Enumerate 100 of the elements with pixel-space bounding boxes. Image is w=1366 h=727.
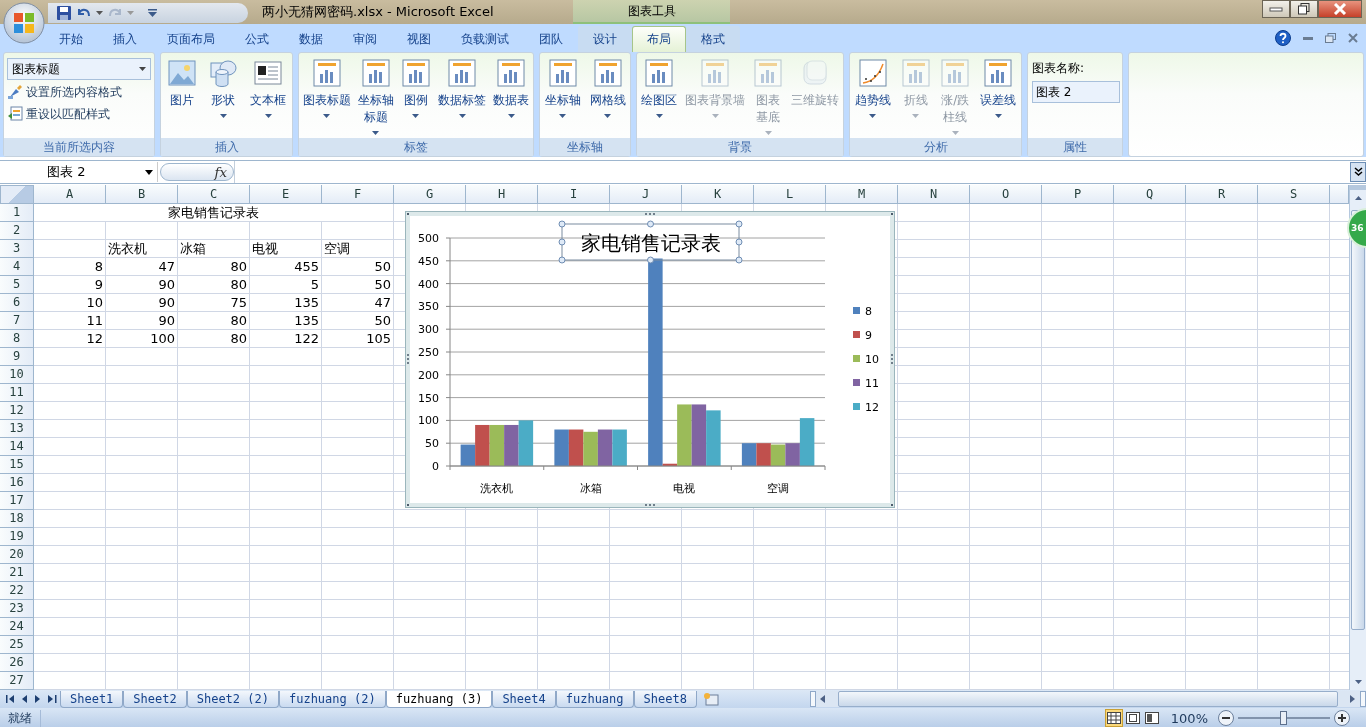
row-header[interactable]: 13 bbox=[0, 420, 34, 438]
chart-title[interactable]: 家电销售记录表 bbox=[580, 231, 721, 255]
selection-handle[interactable] bbox=[735, 256, 743, 264]
expand-button[interactable] bbox=[1350, 162, 1366, 182]
ribbon-button[interactable]: 图表标题 bbox=[301, 56, 352, 138]
arrow-left-icon[interactable] bbox=[820, 695, 826, 703]
column-header[interactable]: E bbox=[250, 185, 322, 204]
row-header[interactable]: 12 bbox=[0, 402, 34, 420]
insert-function-button[interactable]: fx bbox=[160, 163, 234, 181]
bar[interactable] bbox=[504, 424, 519, 466]
column-header[interactable]: C bbox=[178, 185, 250, 204]
minimize-button[interactable] bbox=[1262, 0, 1290, 18]
sheet-tab[interactable]: fuzhuang (2) bbox=[278, 690, 386, 708]
column-header[interactable]: Q bbox=[1114, 185, 1186, 204]
row-header[interactable]: 10 bbox=[0, 366, 34, 384]
resize-handle[interactable] bbox=[891, 354, 893, 364]
zoom-out-button[interactable] bbox=[1218, 710, 1234, 726]
ribbon-button[interactable]: 绘图区 bbox=[640, 56, 678, 138]
selection-handle[interactable] bbox=[558, 220, 566, 228]
ribbon-button[interactable]: 误差线 bbox=[979, 56, 1018, 138]
row-header[interactable]: 25 bbox=[0, 636, 34, 654]
row-header[interactable]: 6 bbox=[0, 294, 34, 312]
name-box[interactable]: 图表 2 bbox=[0, 162, 158, 182]
ribbon-tab[interactable]: 格式 bbox=[686, 26, 740, 52]
resize-handle[interactable] bbox=[407, 213, 409, 215]
row-header[interactable]: 20 bbox=[0, 546, 34, 564]
ribbon-tab[interactable]: 公式 bbox=[230, 26, 284, 52]
row-header[interactable]: 21 bbox=[0, 564, 34, 582]
help-icon[interactable] bbox=[1275, 30, 1291, 46]
column-header[interactable]: J bbox=[610, 185, 682, 204]
column-header[interactable]: L bbox=[754, 185, 826, 204]
selection-handle[interactable] bbox=[558, 256, 566, 264]
close-icon[interactable] bbox=[1348, 33, 1358, 43]
ribbon-button[interactable]: 文本框 bbox=[249, 56, 288, 138]
normal-view-button[interactable] bbox=[1104, 709, 1123, 727]
previous-sheet-icon[interactable] bbox=[22, 695, 28, 703]
row-header[interactable]: 18 bbox=[0, 510, 34, 528]
customize-icon[interactable] bbox=[148, 9, 157, 17]
page-break-preview-button[interactable] bbox=[1142, 709, 1161, 727]
bar[interactable] bbox=[460, 444, 476, 466]
restore-icon[interactable] bbox=[1325, 33, 1336, 43]
column-header[interactable]: G bbox=[394, 185, 466, 204]
row-header[interactable]: 26 bbox=[0, 654, 34, 672]
save-icon[interactable] bbox=[56, 5, 72, 21]
bar[interactable] bbox=[612, 429, 627, 466]
selection-handle[interactable] bbox=[735, 220, 743, 228]
column-header[interactable]: S bbox=[1258, 185, 1330, 204]
ribbon-button[interactable]: 网格线 bbox=[588, 56, 627, 138]
column-header[interactable]: N bbox=[898, 185, 970, 204]
selection-handle[interactable] bbox=[735, 238, 743, 246]
column-header[interactable]: B bbox=[106, 185, 178, 204]
bar[interactable] bbox=[662, 463, 678, 466]
ribbon-button[interactable]: 趋势线 bbox=[853, 56, 892, 138]
ribbon-button[interactable]: 坐标轴 bbox=[543, 56, 582, 138]
resize-handle[interactable] bbox=[645, 213, 655, 215]
sheet-tab[interactable]: fuzhuang bbox=[555, 690, 634, 708]
row-header[interactable]: 15 bbox=[0, 456, 34, 474]
ribbon-button[interactable]: 形状 bbox=[207, 56, 240, 138]
ribbon-button[interactable]: 重设以匹配样式 bbox=[7, 104, 151, 124]
row-header[interactable]: 14 bbox=[0, 438, 34, 456]
split-handle[interactable] bbox=[810, 691, 816, 707]
sheet-tab[interactable]: fuzhuang (3) bbox=[385, 690, 493, 708]
ribbon-tab[interactable]: 负载测试 bbox=[446, 26, 524, 52]
row-header[interactable]: 24 bbox=[0, 618, 34, 636]
selection-handle[interactable] bbox=[647, 220, 654, 228]
bar[interactable] bbox=[554, 429, 569, 466]
row-header[interactable]: 17 bbox=[0, 492, 34, 510]
ribbon-button[interactable]: 图例 bbox=[399, 56, 432, 138]
bar[interactable] bbox=[475, 424, 490, 466]
sheet-tab[interactable]: Sheet2 (2) bbox=[186, 690, 279, 708]
page-layout-button[interactable] bbox=[1123, 709, 1142, 727]
sheet-tab[interactable]: Sheet1 bbox=[60, 690, 124, 708]
restore-button[interactable] bbox=[1290, 0, 1318, 18]
row-header[interactable]: 16 bbox=[0, 474, 34, 492]
row-header[interactable]: 5 bbox=[0, 276, 34, 294]
ribbon-tab[interactable]: 设计 bbox=[578, 26, 632, 52]
row-header[interactable]: 2 bbox=[0, 222, 34, 240]
close-button[interactable] bbox=[1318, 0, 1362, 18]
ribbon-tab[interactable]: 插入 bbox=[98, 26, 152, 52]
row-header[interactable]: 4 bbox=[0, 258, 34, 276]
next-sheet-icon[interactable] bbox=[35, 695, 41, 703]
zoom-level[interactable]: 100% bbox=[1170, 710, 1208, 726]
insert-sheet-icon[interactable] bbox=[702, 692, 719, 706]
row-header[interactable]: 11 bbox=[0, 384, 34, 402]
row-header[interactable]: 3 bbox=[0, 240, 34, 258]
split-handle[interactable] bbox=[1360, 691, 1366, 707]
ribbon-tab[interactable]: 数据 bbox=[284, 26, 338, 52]
zoom-in-button[interactable] bbox=[1334, 710, 1350, 726]
selection-handle[interactable] bbox=[558, 238, 566, 246]
column-header[interactable]: R bbox=[1186, 185, 1258, 204]
sheet-tab[interactable]: Sheet2 bbox=[123, 690, 187, 708]
sheet-tab[interactable]: Sheet8 bbox=[633, 690, 697, 708]
row-header[interactable]: 22 bbox=[0, 582, 34, 600]
row-header[interactable]: 1 bbox=[0, 204, 34, 222]
ribbon-button[interactable]: 数据表 bbox=[492, 56, 531, 138]
row-header[interactable]: 23 bbox=[0, 600, 34, 618]
column-header[interactable]: K bbox=[682, 185, 754, 204]
sheet-tab[interactable]: Sheet4 bbox=[492, 690, 556, 708]
bar[interactable] bbox=[583, 431, 598, 466]
chart-frame[interactable]: 0 50 100 150 200 250 300 350 400 450 500 洗衣机 冰箱 电视 空调 8 9 10 11 12 家电销售记录表 bbox=[405, 211, 895, 508]
